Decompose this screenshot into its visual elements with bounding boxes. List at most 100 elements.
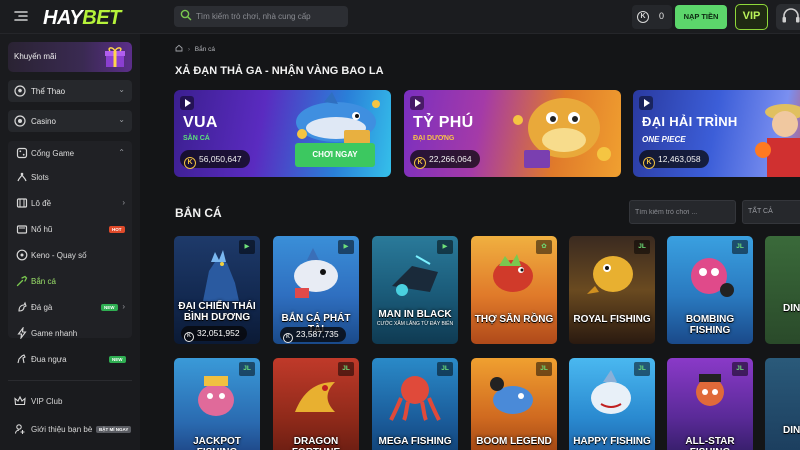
golden-fish-art [587, 256, 633, 294]
provider-jl-icon: JL [634, 240, 650, 254]
sidebar-item-fishing[interactable]: Bắn cá [8, 269, 132, 293]
game-title: ROYAL FISHING [573, 314, 651, 325]
sidebar-item-sports[interactable]: Thể Thao ⌄ [8, 80, 132, 102]
sidebar-item-label: Cổng Game [31, 149, 75, 158]
banner-jackpot-amount: 56,050,647 [199, 154, 242, 164]
search-input[interactable] [196, 6, 344, 27]
provider-jl-icon: JL [437, 362, 453, 376]
dice-icon [16, 147, 28, 159]
provider-play-icon: ▶ [239, 240, 255, 254]
banner-title: TỶ PHÚ [413, 114, 474, 131]
game-card[interactable]: JL BOOM LEGEND [471, 358, 557, 450]
game-title: THỢ SĂN RỒNG [474, 314, 554, 325]
game-card[interactable]: JL JACKPOT FISHING [174, 358, 260, 450]
breadcrumb-separator: › [187, 46, 190, 53]
promotions-banner[interactable]: Khuyến mãi [8, 42, 132, 72]
shark-art [294, 248, 338, 298]
game-card[interactable]: ✿ THỢ SĂN RỒNG [471, 236, 557, 344]
provider-select-value: TẤT CẢ [748, 208, 773, 215]
promo-banner-vua-san-ca[interactable]: VUA SĂN CÁ K 56,050,647 CHƠI NGAY [174, 90, 391, 177]
game-card[interactable]: JL ROYAL FISHING [569, 236, 655, 344]
game-card[interactable]: JL BOMBING FISHING [667, 236, 753, 344]
game-card[interactable]: DING TYC [765, 236, 800, 344]
game-search-box[interactable] [174, 6, 348, 27]
game-title: BOOM LEGEND [476, 436, 552, 447]
sidebar-item-game-portal[interactable]: Cổng Game ⌃ [8, 141, 132, 165]
promo-banner-ty-phu-dai-duong[interactable]: TỶ PHÚ ĐẠI DƯƠNG K 22,266,064 [404, 90, 621, 177]
new-badge: NEW [109, 356, 126, 363]
coin-icon: K [283, 333, 293, 343]
game-title: HAPPY FISHING [573, 436, 651, 447]
sidebar-item-keno[interactable]: Keno - Quay số [8, 243, 132, 267]
sidebar-item-quick-games[interactable]: Game nhanh [8, 321, 132, 345]
games-heading: BẮN CÁ [175, 206, 222, 220]
provider-select[interactable]: TẤT CẢ [742, 200, 800, 224]
crown-icon [14, 395, 26, 406]
gift-box-icon [105, 47, 125, 67]
sidebar-item-label: Nổ hũ [31, 225, 53, 234]
sidebar-item-label: Slots [31, 173, 49, 182]
play-provider-icon [180, 96, 194, 110]
provider-jl-icon: JL [536, 362, 552, 376]
game-card[interactable]: ▶ BẮN CÁ PHÁT TÀI K23,587,735 [273, 236, 359, 344]
sidebar-item-refer-friend[interactable]: Giới thiệu bạn bè BẬT MÍ NGAY [8, 418, 132, 440]
jackpot-icon [16, 225, 28, 234]
sidebar-item-label: Thể Thao [31, 87, 66, 96]
sidebar-item-casino[interactable]: Casino ⌄ [8, 110, 132, 132]
sidebar: Khuyến mãi Thể Thao ⌄ Casino ⌄ Cổng Game… [0, 34, 140, 450]
game-title: ĐẠI CHIẾN THÁI BÌNH DƯƠNG [178, 301, 256, 323]
sidebar-item-label: Đua ngựa [31, 355, 67, 364]
banner-subtitle: SĂN CÁ [183, 135, 210, 142]
chevron-down-icon: ⌄ [118, 115, 125, 124]
game-filter-search[interactable] [629, 200, 736, 224]
game-filter-input[interactable] [635, 201, 730, 223]
hamburger-menu-icon[interactable] [14, 9, 28, 23]
fish-icon [16, 275, 28, 287]
game-card[interactable]: JL DRAGON FORTUNE [273, 358, 359, 450]
promo-banner-dai-hai-trinh[interactable]: ĐẠI HẢI TRÌNH ONE PIECE K 12,463,058 [633, 90, 800, 177]
banner-subtitle: ONE PIECE [642, 135, 686, 144]
play-now-button[interactable]: CHƠI NGAY [295, 143, 375, 167]
promotions-label: Khuyến mãi [14, 52, 57, 61]
sidebar-item-vip-club[interactable]: VIP Club [8, 390, 132, 412]
sidebar-item-lottery[interactable]: Lô đề › [8, 191, 132, 215]
game-title: DRAGON FORTUNE [292, 436, 340, 450]
logo[interactable]: HAYBET [43, 7, 121, 30]
sidebar-item-cockfight[interactable]: Đá gà NEW › [8, 295, 132, 319]
game-title: MAN IN BLACK [378, 309, 452, 320]
man-in-black-art [392, 255, 438, 296]
sidebar-group-games: Cổng Game ⌃ Slots Lô đề › Nổ hũ HOT Keno… [8, 141, 132, 364]
sidebar-item-jackpot[interactable]: Nổ hũ HOT [8, 217, 132, 241]
game-title: ALL-STAR FISHING [685, 436, 735, 450]
play-provider-icon [639, 96, 653, 110]
sidebar-item-horse-racing[interactable]: Đua ngựa NEW [8, 347, 132, 371]
reveal-now-badge: BẬT MÍ NGAY [96, 426, 132, 433]
sidebar-item-label: Casino [31, 117, 56, 126]
coin-icon: K [184, 157, 196, 169]
golden-fish-character-art [513, 98, 611, 168]
banner-jackpot: K 22,266,064 [410, 150, 480, 169]
sidebar-item-label: Keno - Quay số [31, 251, 87, 260]
happy-shark-art [591, 370, 631, 414]
game-card[interactable]: ▶ MAN IN BLACK CƯỚC XÂM LĂNG TỪ ĐÁY BIỂN [372, 236, 458, 344]
sidebar-item-slots[interactable]: Slots [8, 165, 132, 189]
logo-text-bet: BET [82, 7, 121, 29]
sidebar-divider [8, 380, 132, 381]
game-card[interactable]: JL ALL-STAR FISHING [667, 358, 753, 450]
game-card[interactable]: JL HAPPY FISHING [569, 358, 655, 450]
support-button[interactable] [776, 4, 800, 30]
game-title: JACKPOT FISHING [193, 436, 241, 450]
provider-jl-icon: JL [634, 362, 650, 376]
soccer-ball-icon [14, 85, 26, 97]
casino-chip-icon [14, 115, 26, 127]
game-card[interactable]: DING TYC [765, 358, 800, 450]
chevron-right-icon: › [122, 198, 125, 207]
game-card[interactable]: ▶ ĐẠI CHIẾN THÁI BÌNH DƯƠNG K 32,051,952 [174, 236, 260, 344]
game-card[interactable]: JL MEGA FISHING [372, 358, 458, 450]
provider-jl-icon: JL [338, 362, 354, 376]
game-title: DING TYC [783, 425, 800, 436]
deposit-button[interactable]: NẠP TIỀN [675, 5, 727, 29]
vip-button[interactable]: VIP [735, 4, 768, 30]
home-icon[interactable] [175, 44, 183, 52]
sidebar-item-label: Lô đề [31, 199, 52, 208]
